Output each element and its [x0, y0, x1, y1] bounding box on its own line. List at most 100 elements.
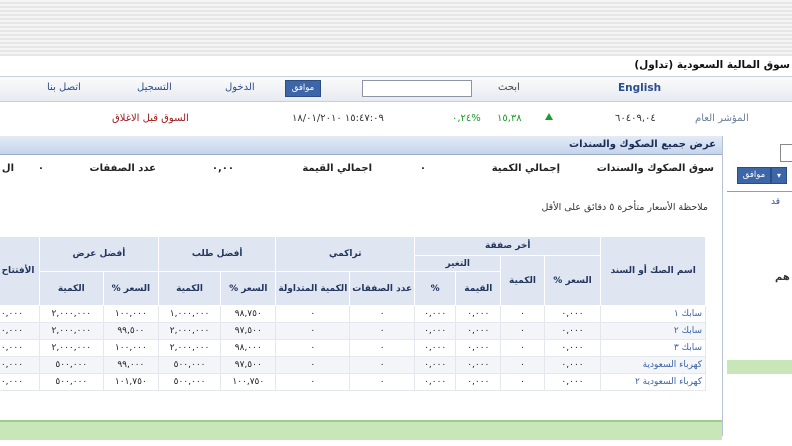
bond-name-link[interactable]: سابك ٢	[600, 322, 706, 340]
nav-login-link[interactable]: الدخول	[225, 82, 255, 93]
table-row: سابك ١ ٠,٠٠٠ ٠ ٠,٠٠٠ ٠,٠٠٠ ٠ ٠ ٩٨,٧٥٠ ١,…	[0, 305, 706, 323]
site-title: سوق المالية السعودية (تداول)	[634, 59, 790, 71]
col-header-offer-price: السعر %	[102, 271, 159, 306]
deals-count: ٠	[349, 356, 416, 374]
summary-total-qty-label: إجمالي الكمية	[491, 163, 560, 174]
offer-price: ١٠١,٧٥٠	[102, 373, 159, 391]
col-header-last-qty: الكمية	[500, 255, 545, 306]
summary-total-qty-value: ٠	[419, 163, 426, 174]
open-pct: ٠,٠٠٠	[0, 322, 40, 340]
nav-bar: English ابحث موافق الدخول التسجيل اتصل ب…	[0, 76, 792, 102]
last-price: ٠,٠٠٠	[543, 322, 602, 340]
chevron-down-icon[interactable]: ▾	[771, 167, 787, 184]
bonds-table: اسم الصك أو السند أخر صفقة تراكمي أفضل ط…	[0, 236, 706, 391]
offer-price: ١٠٠,٠٠٠	[102, 339, 159, 357]
bid-qty: ٥٠٠,٠٠٠	[157, 356, 222, 374]
left-input-box[interactable]	[780, 144, 792, 162]
last-price: ٠,٠٠٠	[543, 305, 602, 323]
left-green-bar	[727, 360, 792, 374]
bottom-green-bar	[0, 420, 722, 440]
bond-name-link[interactable]: كهرباء السعودية ٢	[600, 373, 706, 391]
bond-name-link[interactable]: كهرباء السعودية	[600, 356, 706, 374]
offer-price: ٩٩,٥٠٠	[102, 322, 159, 340]
bond-name-link[interactable]: سابك ٣	[600, 339, 706, 357]
last-price: ٠,٠٠٠	[543, 356, 602, 374]
summary-market: سوق الصكوك والسندات	[596, 163, 714, 174]
change-value: ٠,٠٠٠	[455, 373, 502, 391]
index-value: ٦٠٤٠٩,٠٤	[615, 113, 656, 124]
offer-qty: ٥٠٠,٠٠٠	[38, 373, 104, 391]
summary-deals-value: ٠	[37, 163, 44, 174]
last-qty: ٠	[500, 356, 545, 374]
table-row: كهرباء السعودية ٠,٠٠٠ ٠ ٠,٠٠٠ ٠,٠٠٠ ٠ ٠ …	[0, 356, 706, 374]
col-header-offer-qty: الكمية	[38, 271, 104, 306]
last-qty: ٠	[500, 339, 545, 357]
col-header-bid-price: السعر %	[220, 271, 277, 306]
index-change: ١٥,٣٨	[497, 113, 522, 124]
deals-count: ٠	[349, 322, 416, 340]
bid-price: ٩٨,٠٠٠	[220, 339, 277, 357]
traded-qty: ٠	[275, 322, 351, 340]
traded-qty: ٠	[275, 339, 351, 357]
bid-price: ٩٧,٥٠٠	[220, 322, 277, 340]
offer-qty: ٢,٠٠٠,٠٠٠	[38, 305, 104, 323]
bonds-panel: عرض جميع الصكوك والسندات سوق الصكوك والس…	[0, 136, 723, 436]
bid-qty: ٢,٠٠٠,٠٠٠	[157, 322, 222, 340]
col-header-bid-qty: الكمية	[157, 271, 222, 306]
last-price: ٠,٠٠٠	[543, 373, 602, 391]
bid-price: ١٠٠,٧٥٠	[220, 373, 277, 391]
english-link[interactable]: English	[618, 82, 661, 94]
change-value: ٠,٠٠٠	[455, 356, 502, 374]
summary-deals-label: عدد الصفقات	[89, 163, 156, 174]
col-header-name: اسم الصك أو السند	[600, 236, 706, 306]
last-price: ٠,٠٠٠	[543, 339, 602, 357]
left-label: هم	[775, 272, 790, 283]
open-pct: ٠,٠٠٠	[0, 305, 40, 323]
col-header-open: الأفتتاح %	[0, 236, 40, 306]
index-change-pct: %٠,٢٤	[452, 113, 481, 124]
col-group-best-offer: أفضل عرض	[38, 236, 159, 272]
nav-contact-link[interactable]: اتصل بنا	[47, 82, 81, 93]
deals-count: ٠	[349, 305, 416, 323]
summary-row: سوق الصكوك والسندات إجمالي الكمية ٠ اجما…	[0, 163, 722, 179]
table-row: كهرباء السعودية ٢ ٠,٠٠٠ ٠ ٠,٠٠٠ ٠,٠٠٠ ٠ …	[0, 373, 706, 391]
offer-price: ٩٩,٠٠٠	[102, 356, 159, 374]
left-ok-button[interactable]: موافق	[737, 167, 771, 184]
change-value: ٠,٠٠٠	[455, 339, 502, 357]
bid-qty: ٥٠٠,٠٠٠	[157, 373, 222, 391]
top-banner	[0, 0, 792, 56]
last-qty: ٠	[500, 305, 545, 323]
col-header-last-price: السعر %	[543, 255, 602, 306]
col-header-change-pct: %	[414, 271, 457, 306]
last-qty: ٠	[500, 322, 545, 340]
summary-total-value-label: اجمالي القيمة	[302, 163, 372, 174]
change-value: ٠,٠٠٠	[455, 322, 502, 340]
search-ok-button[interactable]: موافق	[285, 80, 321, 97]
offer-price: ١٠٠,٠٠٠	[102, 305, 159, 323]
table-row: سابك ٣ ٠,٠٠٠ ٠ ٠,٠٠٠ ٠,٠٠٠ ٠ ٠ ٩٨,٠٠٠ ٢,…	[0, 339, 706, 357]
col-group-best-bid: أفضل طلب	[157, 236, 277, 272]
change-pct: ٠,٠٠٠	[414, 356, 457, 374]
open-pct: ٠,٠٠٠	[0, 373, 40, 391]
summary-total-value-value: ٠,٠٠	[211, 163, 234, 174]
nav-register-link[interactable]: التسجيل	[137, 82, 172, 93]
panel-header: عرض جميع الصكوك والسندات	[0, 136, 722, 155]
change-value: ٠,٠٠٠	[455, 305, 502, 323]
deals-count: ٠	[349, 373, 416, 391]
change-pct: ٠,٠٠٠	[414, 339, 457, 357]
change-pct: ٠,٠٠٠	[414, 373, 457, 391]
col-group-last-deal: أخر صفقة	[414, 236, 602, 256]
bond-name-link[interactable]: سابك ١	[600, 305, 706, 323]
bid-price: ٩٧,٥٠٠	[220, 356, 277, 374]
delay-note: ملاحظة الأسعار متأخرة ٥ دقائق على الأقل	[541, 202, 708, 213]
traded-qty: ٠	[275, 373, 351, 391]
col-header-deals: عدد الصفقات	[349, 271, 416, 306]
col-group-cumulative: تراكمي	[275, 236, 416, 272]
last-qty: ٠	[500, 373, 545, 391]
bid-price: ٩٨,٧٥٠	[220, 305, 277, 323]
left-divider	[727, 191, 792, 192]
table-row: سابك ٢ ٠,٠٠٠ ٠ ٠,٠٠٠ ٠,٠٠٠ ٠ ٠ ٩٧,٥٠٠ ٢,…	[0, 322, 706, 340]
search-input[interactable]	[362, 80, 472, 97]
index-datetime: ١٥:٤٧:٠٩ ١٨/٠١/٢٠١٠	[292, 113, 384, 124]
left-link[interactable]: قد	[771, 197, 780, 207]
